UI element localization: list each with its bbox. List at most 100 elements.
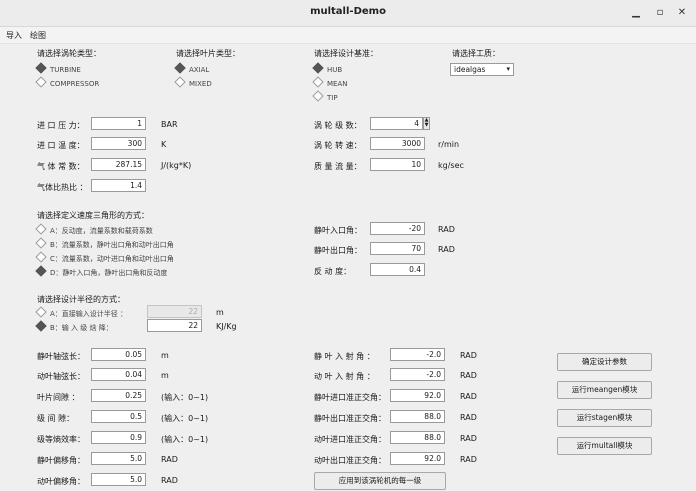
rotor-incidence-input[interactable]: -2.0 <box>390 368 445 381</box>
radio-mixed[interactable]: MIXED <box>174 76 212 88</box>
blade-gap-input[interactable]: 0.25 <box>91 389 146 402</box>
radio-velocity-a[interactable]: A：反动度，流量系数和载荷系数 <box>35 223 153 236</box>
stator-chord-input[interactable]: 0.05 <box>91 348 146 361</box>
confirm-params-button[interactable]: 确定设计参数 <box>557 353 652 371</box>
rotor-deviation-input[interactable]: 5.0 <box>91 473 146 486</box>
maximize-icon[interactable]: ▫ <box>652 5 668 21</box>
rotation-speed-unit: r/min <box>438 140 460 149</box>
condition-select[interactable]: idealgas ▾ <box>450 63 514 76</box>
rotor-chord-label: 动叶轴弦长： <box>37 372 85 381</box>
stator-inlet-angle-label: 静叶入口角： <box>314 226 362 235</box>
title-bar: multall-Demo ▁ ▫ ✕ <box>0 0 696 27</box>
stator-outlet-qo-unit: RAD <box>460 413 477 422</box>
apply-all-stages-button[interactable]: 应用到该涡轮机的每一级 <box>314 472 446 490</box>
radio-hub[interactable]: HUB <box>312 62 342 74</box>
heat-ratio-label: 气体比热比 ： <box>37 183 88 192</box>
run-meangen-button[interactable]: 运行meangen模块 <box>557 381 652 399</box>
gas-constant-label: 气 体 常 数： <box>37 162 85 171</box>
rotation-speed-input[interactable]: 3000 <box>370 137 425 150</box>
stage-gap-label: 级 间 隙： <box>37 414 75 423</box>
radio-velocity-c[interactable]: C：流量系数，动叶进口角和动叶出口角 <box>35 251 174 264</box>
heat-ratio-input[interactable]: 1.4 <box>91 179 146 192</box>
isentropic-eff-unit: (输入：0~1) <box>161 435 209 444</box>
mass-flow-label: 质 量 流 量： <box>314 162 362 171</box>
isentropic-eff-input[interactable]: 0.9 <box>91 431 146 444</box>
blade-gap-label: 叶片间隙 ： <box>37 393 80 402</box>
design-radius-input[interactable]: 22 <box>147 305 202 318</box>
stage-count-input[interactable]: 4 <box>370 117 423 130</box>
run-multall-button[interactable]: 运行multall模块 <box>557 437 652 455</box>
enthalpy-drop-input[interactable]: 22 <box>147 319 202 332</box>
rotor-inlet-qo-input[interactable]: 88.0 <box>390 431 445 444</box>
window-title: multall-Demo <box>310 6 386 17</box>
stator-outlet-qo-label: 静叶出口准正交角： <box>314 414 386 423</box>
stator-inlet-angle-unit: RAD <box>438 225 455 234</box>
stage-count-label: 涡 轮 级 数： <box>314 121 362 130</box>
radio-tip[interactable]: TIP <box>312 90 338 102</box>
rotor-chord-input[interactable]: 0.04 <box>91 368 146 381</box>
gas-constant-input[interactable]: 287.15 <box>91 158 146 171</box>
stator-deviation-input[interactable]: 5.0 <box>91 452 146 465</box>
design-radius-unit: m <box>216 308 224 317</box>
design-basis-label: 请选择设计基准： <box>314 49 378 58</box>
rotor-chord-unit: m <box>161 371 169 380</box>
stator-outlet-angle-label: 静叶出口角： <box>314 246 362 255</box>
radius-method-label: 请选择设计半径的方式： <box>37 295 125 304</box>
isentropic-eff-label: 级等熵效率： <box>37 435 85 444</box>
rotor-outlet-qo-input[interactable]: 92.0 <box>390 452 445 465</box>
minimize-icon[interactable]: ▁ <box>628 5 644 21</box>
run-stagen-button[interactable]: 运行stagen模块 <box>557 409 652 427</box>
radio-mean[interactable]: MEAN <box>312 76 348 88</box>
stator-outlet-angle-unit: RAD <box>438 245 455 254</box>
rotor-inlet-qo-unit: RAD <box>460 434 477 443</box>
reaction-label: 反 动 度： <box>314 267 352 276</box>
menu-import[interactable]: 导入 <box>6 30 22 41</box>
stator-incidence-unit: RAD <box>460 351 477 360</box>
stage-gap-input[interactable]: 0.5 <box>91 410 146 423</box>
inlet-pressure-label: 进 口 压 力： <box>37 121 85 130</box>
rotor-incidence-unit: RAD <box>460 371 477 380</box>
stator-outlet-qo-input[interactable]: 88.0 <box>390 410 445 423</box>
stator-incidence-label: 静 叶 入 射 角 ： <box>314 352 375 361</box>
stator-deviation-unit: RAD <box>161 455 178 464</box>
gas-constant-unit: J/(kg*K) <box>161 161 192 170</box>
blade-type-label: 请选择叶片类型： <box>176 49 240 58</box>
inlet-temperature-label: 进 口 温 度： <box>37 141 85 150</box>
radio-turbine[interactable]: TURBINE <box>35 62 81 74</box>
radio-axial[interactable]: AXIAL <box>174 62 209 74</box>
blade-gap-unit: (输入：0~1) <box>161 393 209 402</box>
condition-label: 请选择工质： <box>452 49 500 58</box>
inlet-pressure-input[interactable]: 1 <box>91 117 146 130</box>
rotation-speed-label: 涡 轮 转 速： <box>314 141 362 150</box>
velocity-method-label: 请选择定义速度三角形的方式： <box>37 211 149 220</box>
turbine-type-label: 请选择涡轮类型： <box>37 49 101 58</box>
rotor-deviation-unit: RAD <box>161 476 178 485</box>
stator-inlet-qo-input[interactable]: 92.0 <box>390 389 445 402</box>
stator-incidence-input[interactable]: -2.0 <box>390 348 445 361</box>
radio-radius-enthalpy[interactable]: B：输 入 级 焓 降： <box>35 320 113 333</box>
rotor-outlet-qo-unit: RAD <box>460 455 477 464</box>
stator-chord-label: 静叶轴弦长： <box>37 352 85 361</box>
stage-count-stepper[interactable]: ▲ ▼ <box>423 117 430 130</box>
stator-outlet-angle-input[interactable]: 70 <box>370 242 425 255</box>
rotor-inlet-qo-label: 动叶进口准正交角： <box>314 435 386 444</box>
rotor-deviation-label: 动叶偏移角： <box>37 477 85 486</box>
chevron-down-icon: ▾ <box>506 65 510 73</box>
mass-flow-unit: kg/sec <box>438 161 464 170</box>
mass-flow-input[interactable]: 10 <box>370 158 425 171</box>
radio-velocity-d[interactable]: D：静叶入口角，静叶出口角和反动度 <box>35 265 167 278</box>
inlet-pressure-unit: BAR <box>161 120 178 129</box>
radio-velocity-b[interactable]: B：流量系数，静叶出口角和动叶出口角 <box>35 237 174 250</box>
reaction-input[interactable]: 0.4 <box>370 263 425 276</box>
menu-bar: 导入 绘图 <box>0 27 696 44</box>
menu-plot[interactable]: 绘图 <box>30 30 46 41</box>
stator-inlet-qo-unit: RAD <box>460 392 477 401</box>
radio-compressor[interactable]: COMPRESSOR <box>35 76 99 88</box>
close-icon[interactable]: ✕ <box>674 5 690 21</box>
rotor-incidence-label: 动 叶 入 射 角 ： <box>314 372 375 381</box>
stator-inlet-angle-input[interactable]: -20 <box>370 222 425 235</box>
inlet-temperature-unit: K <box>161 140 167 149</box>
inlet-temperature-input[interactable]: 300 <box>91 137 146 150</box>
radio-radius-direct[interactable]: A：直接输入设计半径 ： <box>35 306 127 319</box>
stator-chord-unit: m <box>161 351 169 360</box>
